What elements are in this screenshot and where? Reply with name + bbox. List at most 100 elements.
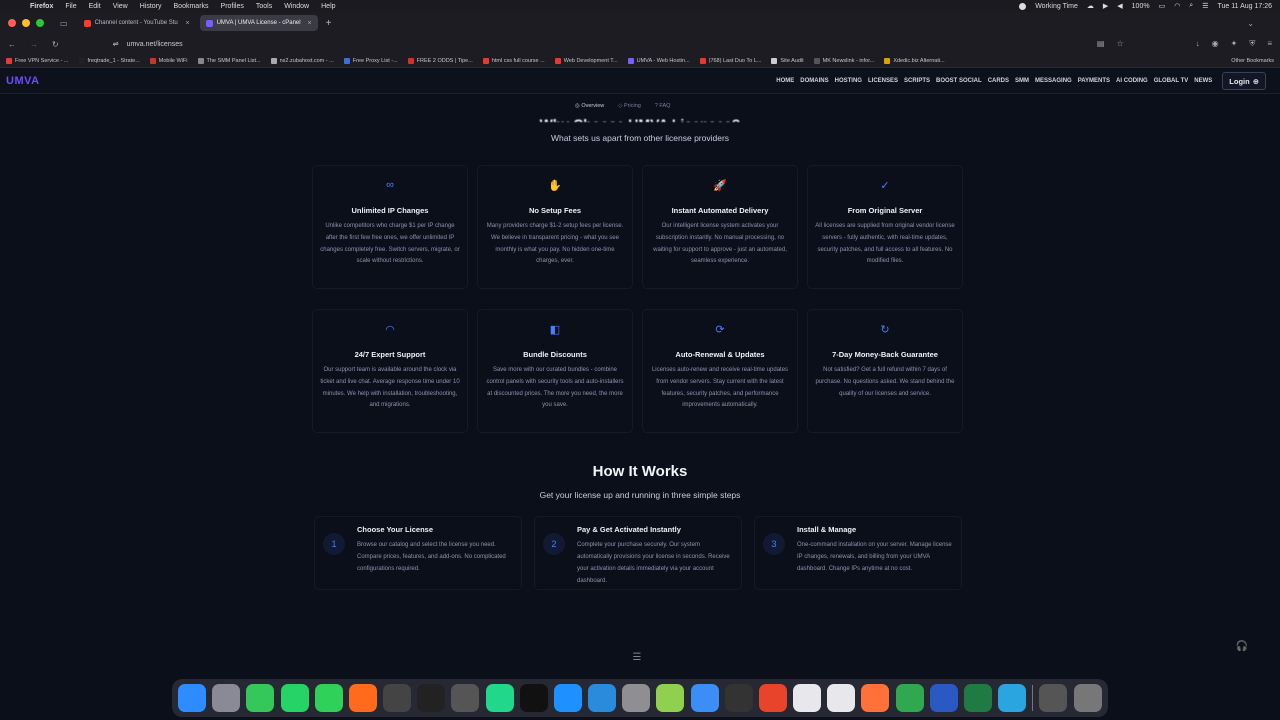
tab-youtube-studio[interactable]: Channel content - YouTube Stu ×	[78, 15, 196, 31]
browser-orange-dock-icon[interactable]	[758, 684, 787, 712]
reader-view-icon[interactable]: ▤	[1097, 39, 1105, 49]
volume-icon[interactable]: ◀	[1117, 2, 1122, 10]
reload-icon[interactable]: ↻	[52, 40, 59, 49]
nav-messaging[interactable]: MESSAGING	[1035, 78, 1072, 84]
app-store-dock-icon[interactable]	[553, 684, 582, 712]
vscode-dock-icon[interactable]	[588, 684, 617, 712]
battery-icon[interactable]: ▭	[1159, 2, 1166, 10]
bookmark-item[interactable]: FREE 2 ODDS | Tipe...	[407, 57, 473, 64]
support-chat-icon[interactable]: 🎧	[1232, 636, 1252, 656]
menu-icon[interactable]: ≡	[1267, 39, 1272, 49]
close-window-button[interactable]	[8, 19, 16, 27]
menu-edit[interactable]: Edit	[89, 3, 101, 10]
trash-dock-icon[interactable]	[1073, 684, 1102, 712]
menubar-clock[interactable]: Tue 11 Aug 17:26	[1218, 3, 1273, 10]
apple-icon[interactable]	[8, 2, 16, 10]
menu-window[interactable]: Window	[284, 3, 309, 10]
account-icon[interactable]: ◉	[1212, 39, 1219, 49]
firefox-dock-icon[interactable]	[861, 684, 890, 712]
new-tab-button[interactable]: +	[326, 18, 332, 29]
telegram-dock-icon[interactable]	[998, 684, 1027, 712]
address-bar[interactable]: ⇌ umva.net/licenses	[113, 40, 183, 49]
control-center-icon[interactable]: ☰	[1202, 2, 1208, 10]
nav-payments[interactable]: PAYMENTS	[1078, 78, 1110, 84]
firefox-dev-dock-icon[interactable]	[348, 684, 377, 712]
bookmark-item[interactable]: Web Development T...	[554, 57, 618, 64]
umva-logo[interactable]: UMVA	[6, 75, 40, 87]
menu-tools[interactable]: Tools	[256, 3, 272, 10]
tab-list-chevron-icon[interactable]: ⌄	[1247, 19, 1254, 28]
nav-news[interactable]: NEWS	[1194, 78, 1212, 84]
excel-dock-icon[interactable]	[963, 684, 992, 712]
nav-hosting[interactable]: HOSTING	[835, 78, 862, 84]
shield-icon[interactable]: ⛨	[1249, 39, 1255, 49]
launchpad-dock-icon[interactable]	[212, 684, 241, 712]
terminal-dock-icon[interactable]	[417, 684, 446, 712]
bookmark-item[interactable]: ns2.zubahost.com - ...	[270, 57, 334, 64]
back-icon[interactable]: ←	[8, 40, 16, 49]
textedit-dock-icon[interactable]	[451, 684, 480, 712]
mail-dock-icon[interactable]	[690, 684, 719, 712]
piano-dock-icon[interactable]	[724, 684, 753, 712]
bookmark-item[interactable]: Free VPN Service - ...	[6, 57, 69, 64]
unity-dock-icon[interactable]	[519, 684, 548, 712]
downloads-icon[interactable]: ↓	[1196, 39, 1200, 49]
tab-overview[interactable]: ◎ Overview	[575, 103, 604, 109]
nav-domains[interactable]: DOMAINS	[800, 78, 828, 84]
play-icon[interactable]: ▶	[1103, 2, 1108, 10]
notes-app-dock-icon[interactable]	[656, 684, 685, 712]
settings-dock-icon[interactable]	[622, 684, 651, 712]
menu-view[interactable]: View	[113, 3, 128, 10]
close-tab-icon[interactable]: ×	[185, 20, 189, 27]
bookmark-star-icon[interactable]: ☆	[1116, 39, 1123, 49]
menu-profiles[interactable]: Profiles	[221, 3, 244, 10]
close-tab-icon[interactable]: ×	[307, 20, 311, 27]
record-icon[interactable]	[1019, 2, 1027, 10]
nav-scripts[interactable]: SCRIPTS	[904, 78, 930, 84]
extensions-icon[interactable]: ✦	[1231, 39, 1238, 49]
nav-licenses[interactable]: LICENSES	[868, 78, 898, 84]
chatgpt-dock-icon[interactable]	[383, 684, 412, 712]
nav-cards[interactable]: CARDS	[988, 78, 1009, 84]
whatsapp-dock-icon[interactable]	[280, 684, 309, 712]
bookmark-item[interactable]: UMVA - Web Hostin...	[627, 57, 690, 64]
forward-icon[interactable]: →	[30, 40, 38, 49]
nav-home[interactable]: HOME	[776, 78, 794, 84]
bookmark-item[interactable]: Mobile WiFi	[149, 57, 188, 64]
facetime-dock-icon[interactable]	[314, 684, 343, 712]
nav-smm[interactable]: SMM	[1015, 78, 1029, 84]
nav-global-tv[interactable]: GLOBAL TV	[1154, 78, 1189, 84]
bookmark-item[interactable]: MK Newslink - infor...	[813, 57, 874, 64]
bookmark-item[interactable]: Free Proxy List -...	[343, 57, 398, 64]
tab-umva-license[interactable]: UMVA | UMVA License - cPanel ×	[199, 15, 318, 31]
tab-faq[interactable]: ? FAQ	[655, 103, 671, 109]
nav-ai-coding[interactable]: AI CODING	[1116, 78, 1148, 84]
stocks-dock-icon[interactable]	[895, 684, 924, 712]
bookmark-item[interactable]: (768) Last Duo To L...	[699, 57, 761, 64]
bookmark-item[interactable]: Xdedic.biz Alternati...	[884, 57, 945, 64]
login-button[interactable]: Login ⊕	[1222, 72, 1266, 90]
menu-app-name[interactable]: Firefox	[30, 3, 53, 10]
menu-help[interactable]: Help	[321, 3, 335, 10]
blank-1-dock-icon[interactable]	[793, 684, 822, 712]
downloads-dock-icon[interactable]	[1039, 684, 1068, 712]
working-time-status[interactable]: Working Time	[1035, 3, 1078, 10]
tab-pricing[interactable]: ◇ Pricing	[618, 103, 641, 109]
bookmark-item[interactable]: Site Audit	[771, 57, 804, 64]
zoom-window-button[interactable]	[36, 19, 44, 27]
other-bookmarks-folder[interactable]: Other Bookmarks	[1231, 58, 1274, 64]
stack-dock-icon[interactable]	[929, 684, 958, 712]
nav-boost-social[interactable]: BOOST SOCIAL	[936, 78, 982, 84]
battery-percent[interactable]: 100%	[1132, 3, 1150, 10]
wifi-icon[interactable]: ◠	[1174, 2, 1180, 10]
menu-history[interactable]: History	[140, 3, 162, 10]
blank-2-dock-icon[interactable]	[827, 684, 856, 712]
messages-dock-icon[interactable]	[246, 684, 275, 712]
site-info-icon[interactable]: ⇌	[113, 40, 119, 48]
scroll-menu-icon[interactable]: ☰	[628, 652, 646, 668]
finder-dock-icon[interactable]	[178, 684, 206, 712]
minimize-window-button[interactable]	[22, 19, 30, 27]
menu-file[interactable]: File	[65, 3, 76, 10]
menu-bookmarks[interactable]: Bookmarks	[174, 3, 209, 10]
spotlight-icon[interactable]: ⌕	[1189, 2, 1193, 10]
